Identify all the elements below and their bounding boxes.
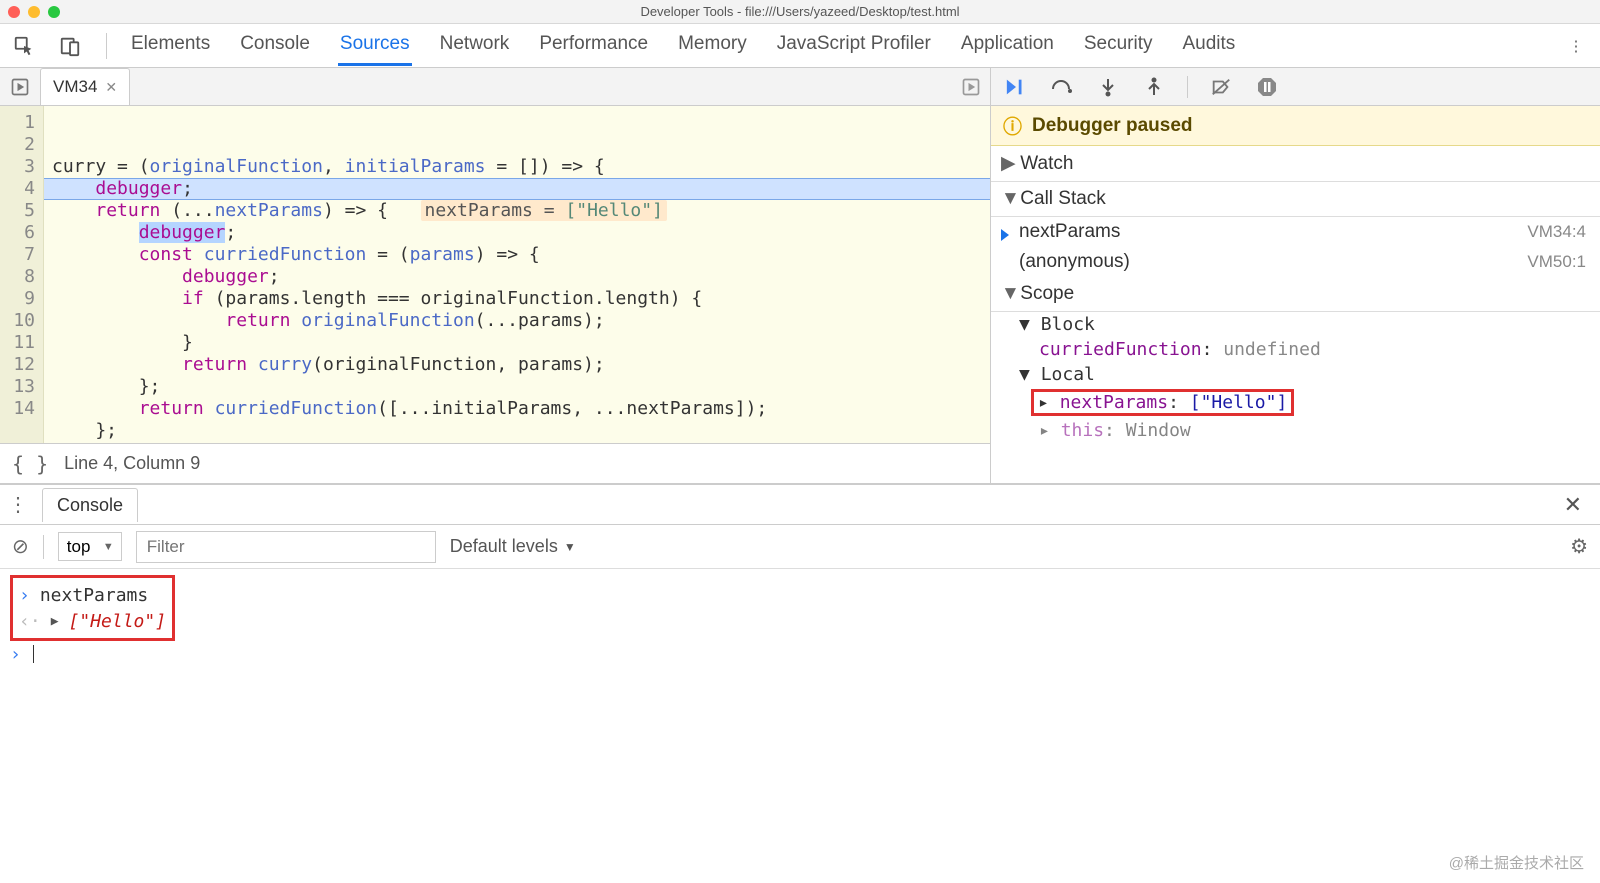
drawer-tab-bar: ⋮ Console ✕ [0, 485, 1600, 525]
tab-console[interactable]: Console [238, 25, 312, 66]
line-gutter: 1234567891011121314 [0, 106, 44, 443]
watch-label: Watch [1020, 153, 1073, 174]
scope-label: Scope [1020, 283, 1074, 304]
editor-tab[interactable]: VM34 ✕ [40, 68, 130, 105]
editor-column: VM34 ✕ 1234567891011121314 curry = (orig… [0, 68, 990, 483]
tab-jsprofiler[interactable]: JavaScript Profiler [775, 25, 933, 66]
tab-performance[interactable]: Performance [537, 25, 650, 66]
console-input-text: nextParams [40, 585, 148, 606]
debugger-paused-banner: ⓘ Debugger paused [991, 106, 1600, 146]
devtools-toolbar: Elements Console Sources Network Perform… [0, 24, 1600, 68]
scope-variable[interactable]: curriedFunction: undefined [991, 337, 1600, 362]
callstack-frame[interactable]: (anonymous) VM50:1 [991, 247, 1600, 277]
info-icon: ⓘ [1003, 112, 1022, 139]
step-into-icon[interactable] [1095, 74, 1121, 100]
callstack-frame[interactable]: nextParams VM34:4 [991, 217, 1600, 247]
tab-network[interactable]: Network [438, 25, 512, 66]
window-titlebar: Developer Tools - file:///Users/yazeed/D… [0, 0, 1600, 24]
console-controls: ⊘ top Default levels ▼ ⚙ [0, 525, 1600, 569]
paused-text: Debugger paused [1032, 115, 1192, 137]
prompt-icon: › [19, 585, 30, 606]
tab-memory[interactable]: Memory [676, 25, 749, 66]
step-over-icon[interactable] [1049, 74, 1075, 100]
debugger-column: ⓘ Debugger paused ▶ Watch ▼ Call Stack n… [990, 68, 1600, 483]
callstack-section[interactable]: ▼ Call Stack [991, 182, 1600, 217]
frame-location: VM34:4 [1527, 222, 1586, 242]
editor-tab-label: VM34 [53, 77, 97, 97]
return-icon: ‹· [19, 611, 41, 632]
deactivate-breakpoints-icon[interactable] [1208, 74, 1234, 100]
log-levels-dropdown[interactable]: Default levels ▼ [450, 536, 576, 557]
tab-overflow-icon[interactable] [952, 77, 990, 97]
console-drawer: ⋮ Console ✕ ⊘ top Default levels ▼ ⚙ › n… [0, 484, 1600, 673]
close-drawer-icon[interactable]: ✕ [1554, 492, 1592, 518]
scope-variable[interactable]: ▸ nextParams: ["Hello"] [991, 387, 1600, 418]
scope-block-header[interactable]: ▼ Block [991, 312, 1600, 337]
inline-hint-key: nextParams [425, 200, 533, 221]
console-settings-icon[interactable]: ⚙ [1570, 534, 1588, 559]
console-prompt[interactable]: › [10, 641, 1590, 667]
scope-local-header[interactable]: ▼ Local [991, 362, 1600, 387]
scope-section[interactable]: ▼ Scope [991, 277, 1600, 312]
tab-elements[interactable]: Elements [129, 25, 212, 66]
source-text[interactable]: curry = (originalFunction, initialParams… [44, 106, 990, 443]
inspect-element-icon[interactable] [10, 32, 38, 60]
step-out-icon[interactable] [1141, 74, 1167, 100]
panel-tabs: Elements Console Sources Network Perform… [129, 25, 1237, 66]
log-levels-label: Default levels [450, 536, 558, 557]
prompt-icon: › [10, 644, 21, 665]
console-output-text: ["Hello"] [69, 611, 167, 632]
console-output[interactable]: › nextParams ‹· ▶ ["Hello"] › [0, 569, 1600, 673]
context-selector[interactable]: top [58, 532, 122, 561]
watch-section[interactable]: ▶ Watch [991, 146, 1600, 182]
scope-variable[interactable]: ▸ this: Window [991, 418, 1600, 443]
code-editor[interactable]: 1234567891011121314 curry = (originalFun… [0, 106, 990, 443]
editor-tab-bar: VM34 ✕ [0, 68, 990, 106]
expand-icon[interactable]: ▶ [51, 614, 59, 629]
tab-security[interactable]: Security [1082, 25, 1155, 66]
frame-name: (anonymous) [1019, 251, 1130, 273]
device-toggle-icon[interactable] [56, 32, 84, 60]
console-output-line: ‹· ▶ ["Hello"] [19, 608, 166, 634]
console-filter-input[interactable] [136, 531, 436, 563]
pause-on-exceptions-icon[interactable] [1254, 74, 1280, 100]
watermark: @稀土掘金技术社区 [1449, 852, 1584, 873]
kebab-menu-icon[interactable]: ⋮ [1562, 32, 1590, 60]
debugger-toolbar [991, 68, 1600, 106]
drawer-tab-console[interactable]: Console [42, 488, 138, 522]
tab-audits[interactable]: Audits [1180, 25, 1237, 66]
callstack-label: Call Stack [1020, 188, 1106, 209]
sources-panel: VM34 ✕ 1234567891011121314 curry = (orig… [0, 68, 1600, 484]
frame-name: nextParams [1019, 221, 1120, 243]
run-snippet-icon[interactable] [0, 77, 40, 97]
tab-application[interactable]: Application [959, 25, 1056, 66]
drawer-menu-icon[interactable]: ⋮ [8, 492, 28, 517]
editor-status-bar: { } Line 4, Column 9 [0, 443, 990, 483]
cursor-position: Line 4, Column 9 [64, 453, 200, 474]
tab-sources[interactable]: Sources [338, 25, 412, 66]
close-tab-icon[interactable]: ✕ [105, 79, 117, 96]
resume-icon[interactable] [1003, 74, 1029, 100]
clear-console-icon[interactable]: ⊘ [12, 534, 29, 559]
console-input-line: › nextParams [19, 582, 166, 608]
window-title: Developer Tools - file:///Users/yazeed/D… [0, 4, 1600, 19]
pretty-print-icon[interactable]: { } [12, 452, 48, 476]
inline-hint-value: ["Hello"] [565, 200, 663, 221]
context-select[interactable]: top [58, 532, 122, 561]
frame-location: VM50:1 [1527, 252, 1586, 272]
cursor [33, 645, 34, 663]
